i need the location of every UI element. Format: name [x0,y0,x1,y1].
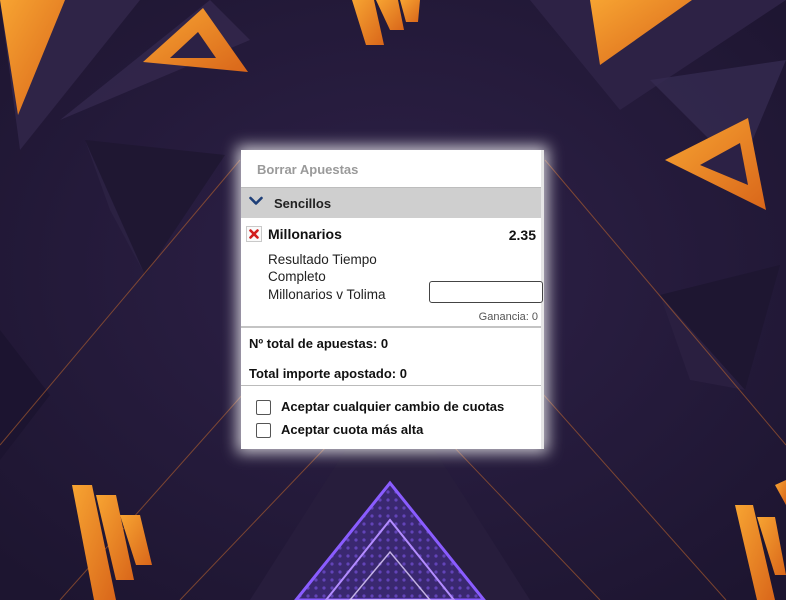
close-icon [249,229,259,239]
stake-input[interactable] [429,281,543,303]
selection-market: Resultado Tiempo Completo [268,252,377,284]
accept-odds-change-checkbox[interactable] [256,400,271,415]
total-stake-amount: Total importe apostado: 0 [249,366,407,381]
accept-odds-change-label[interactable]: Aceptar cualquier cambio de cuotas [281,399,504,414]
remove-selection-button[interactable] [246,226,262,242]
section-title: Sencillos [274,196,332,211]
divider [241,385,541,386]
selection-team: Millonarios [268,226,342,242]
selection-odds: 2.35 [508,227,536,243]
bet-slip-panel: Borrar Apuestas Sencillos Millonarios 2.… [241,150,544,449]
divider [241,326,541,328]
clear-bets-link[interactable]: Borrar Apuestas [257,162,358,177]
total-bets-count: Nº total de apuestas: 0 [249,336,389,351]
accept-higher-odds-label[interactable]: Aceptar cuota más alta [281,422,423,437]
potential-winnings: Ganancia: 0 [478,311,538,323]
accept-higher-odds-checkbox[interactable] [256,423,271,438]
selection-event: Millonarios v Tolima [268,287,386,302]
chevron-down-icon[interactable] [249,196,263,206]
singles-section-header[interactable]: Sencillos [241,187,541,218]
